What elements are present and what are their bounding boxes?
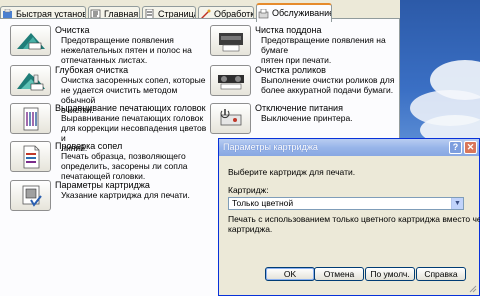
desc-line: отпечатанных листах.	[61, 55, 148, 65]
chevron-down-icon[interactable]: ▼	[451, 198, 463, 209]
head-alignment-icon	[23, 107, 39, 131]
defaults-button[interactable]: По умолч.	[365, 267, 415, 281]
desc-line: Выполнение очистки роликов для	[261, 75, 395, 85]
desc-line: Предотвращение появления на бумаге	[261, 35, 386, 55]
task-head-alignment[interactable]: Выравнивание печатающих головок Выравнив…	[10, 103, 210, 153]
nozzle-check-button[interactable]	[10, 141, 51, 172]
task-description: Выключение принтера.	[261, 113, 353, 123]
task-description: Печать образца, позволяющего определить,…	[61, 151, 188, 181]
task-description: Предотвращение появления нежелательных п…	[61, 35, 192, 65]
cleaning-button[interactable]	[10, 25, 51, 56]
maintenance-icon	[258, 8, 269, 19]
printer-properties-window: Быстрая установка Главная Страница Обраб…	[0, 0, 480, 296]
cancel-button[interactable]: Отмена	[314, 267, 364, 281]
dialog-title: Параметры картриджа	[223, 142, 318, 152]
desc-line: пятен при печати.	[261, 55, 332, 65]
cleaning-icon	[17, 33, 45, 50]
task-description: Выполнение очистки роликов для более акк…	[261, 75, 394, 95]
task-deep-cleaning[interactable]: Глубокая очистка Очистка засоренных сопе…	[10, 65, 210, 115]
help-button[interactable]: Справка	[416, 267, 466, 281]
desc-line: Печать образца, позволяющего	[61, 151, 186, 161]
task-nozzle-check[interactable]: Проверка сопел Печать образца, позволяющ…	[10, 141, 210, 181]
bottom-plate-cleaning-icon	[219, 33, 243, 52]
task-bottom-plate-cleaning[interactable]: Чистка поддона Предотвращение появления …	[210, 25, 398, 65]
desc-line: нежелательных пятен и полос на	[61, 45, 192, 55]
desc-line: Выравнивание печатающих головок	[61, 113, 204, 123]
help-icon[interactable]: ?	[449, 141, 462, 154]
desc-line: более аккуратной подачи бумаги.	[261, 85, 394, 95]
bottom-plate-cleaning-button[interactable]	[210, 25, 251, 56]
power-off-icon	[220, 109, 242, 126]
desc-line: Указание картриджа для печати.	[61, 190, 190, 200]
tab-maintenance[interactable]: Обслуживание	[256, 3, 332, 22]
note-line: Печать с использованием только цветного …	[228, 214, 480, 224]
cartridge-settings-button[interactable]	[10, 180, 51, 211]
cartridge-select-value: Только цветной	[232, 198, 294, 208]
roller-cleaning-button[interactable]	[210, 65, 251, 96]
cartridge-label: Картридж:	[228, 185, 269, 195]
roller-cleaning-icon	[218, 75, 244, 90]
ok-button[interactable]: OK	[265, 267, 315, 281]
head-alignment-button[interactable]	[10, 103, 51, 134]
task-roller-cleaning[interactable]: Очистка роликов Выполнение очистки ролик…	[210, 65, 398, 99]
tab-label: Обслуживание	[272, 8, 332, 18]
cartridge-settings-dialog: Параметры картриджа ? ✕ Выберите картрид…	[218, 138, 480, 296]
power-off-button[interactable]	[210, 103, 251, 134]
task-cartridge-settings[interactable]: Параметры картриджа Указание картриджа д…	[10, 180, 210, 214]
desc-line: Очистка засоренных сопел, которые	[61, 75, 206, 85]
cartridge-settings-icon	[22, 185, 42, 207]
task-power-off[interactable]: Отключение питания Выключение принтера.	[210, 103, 398, 137]
dialog-note: Печать с использованием только цветного …	[228, 214, 480, 234]
nozzle-check-icon	[23, 145, 40, 169]
desc-line: для коррекции несовпадения цветов и	[61, 123, 207, 143]
close-icon[interactable]: ✕	[464, 141, 477, 154]
resize-grip-icon[interactable]	[468, 284, 477, 293]
task-description: Указание картриджа для печати.	[61, 190, 190, 200]
desc-line: определить, засорены ли сопла	[61, 161, 188, 171]
desc-line: Предотвращение появления	[61, 35, 174, 45]
dialog-title-bar[interactable]: Параметры картриджа	[219, 139, 479, 156]
note-line: картриджа.	[228, 224, 273, 234]
task-cleaning[interactable]: Очистка Предотвращение появления нежелат…	[10, 25, 210, 65]
desc-line: Выключение принтера.	[261, 113, 353, 123]
deep-cleaning-button[interactable]	[10, 65, 51, 96]
cartridge-select[interactable]: Только цветной ▼	[228, 197, 464, 210]
dialog-instruction: Выберите картридж для печати.	[228, 167, 356, 177]
desc-line: не удается очистить методом обычной	[61, 85, 178, 105]
task-description: Предотвращение появления на бумаге пятен…	[261, 35, 398, 65]
deep-cleaning-icon	[17, 73, 45, 91]
